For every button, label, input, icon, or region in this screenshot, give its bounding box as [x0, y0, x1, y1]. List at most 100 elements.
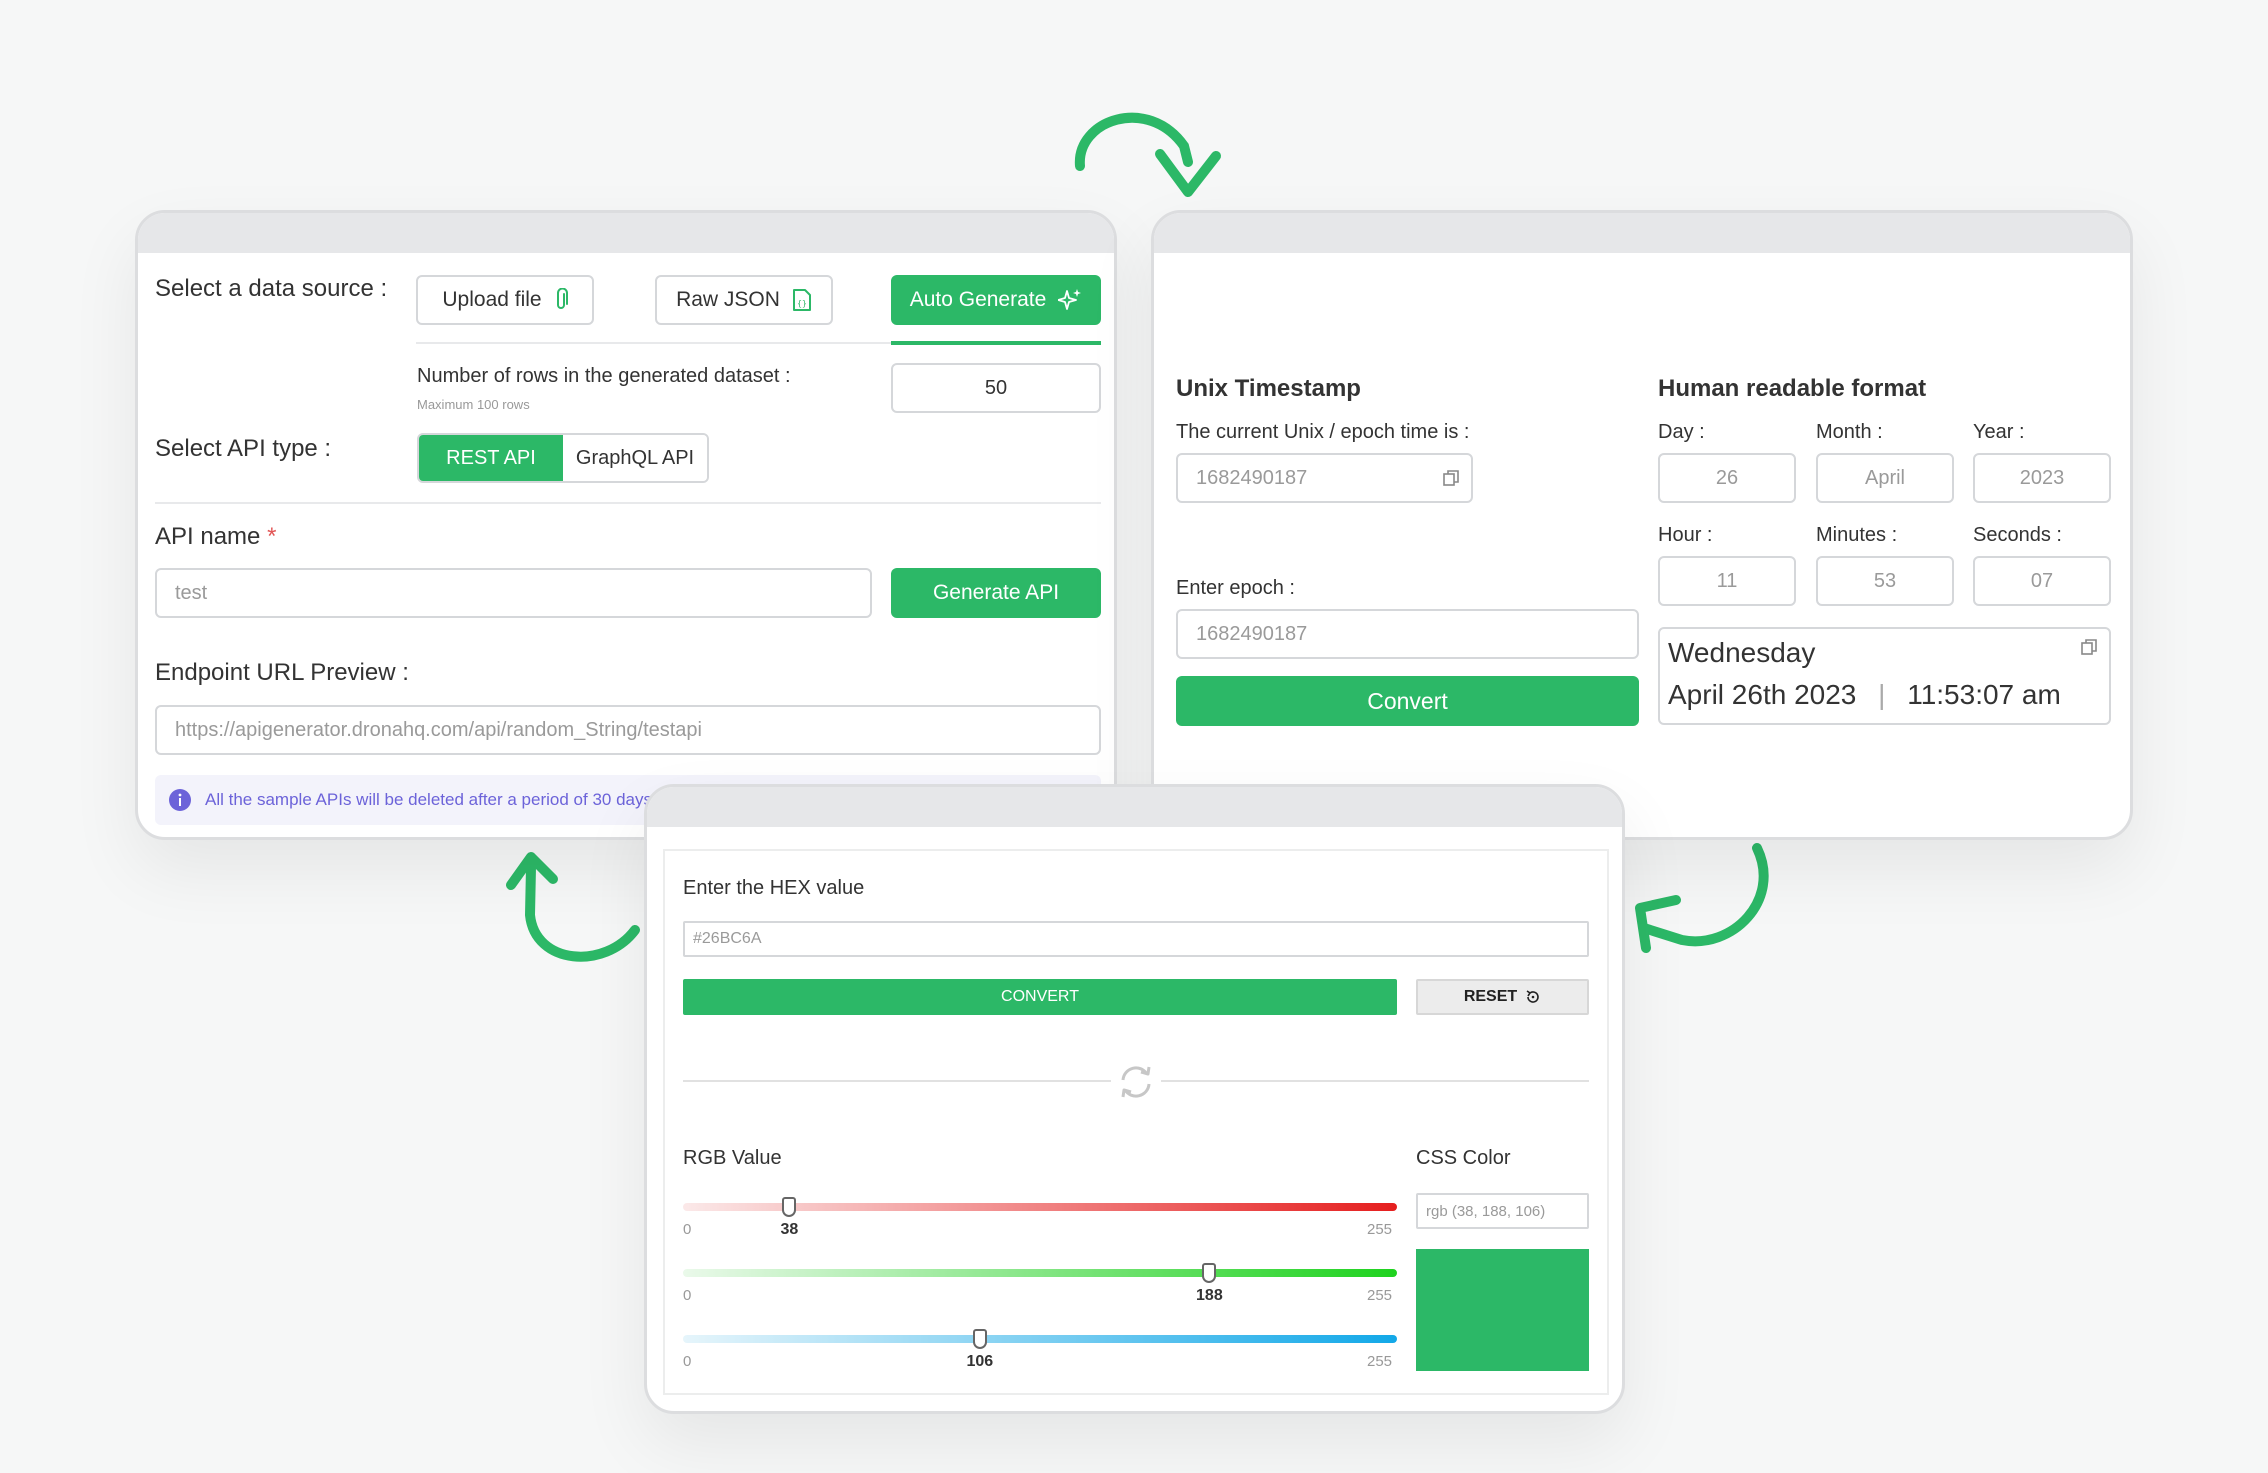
raw-json-label: Raw JSON — [676, 288, 780, 311]
minutes-label: Minutes : — [1816, 524, 1898, 546]
swap-divider-left — [683, 1080, 1111, 1082]
raw-json-button[interactable]: Raw JSON {} — [655, 275, 833, 325]
json-file-icon: {} — [792, 289, 811, 311]
graphql-api-label: GraphQL API — [575, 446, 695, 469]
endpoint-label: Endpoint URL Preview : — [155, 659, 409, 686]
rest-api-option[interactable]: REST API — [419, 435, 563, 481]
unix-timestamp-title: Unix Timestamp — [1176, 375, 1361, 402]
css-color-input[interactable]: rgb (38, 188, 106) — [1416, 1193, 1589, 1229]
green-max-label: 255 — [1367, 1287, 1393, 1304]
api-name-text: API name — [155, 523, 261, 550]
hex-input[interactable]: #26BC6A — [683, 921, 1589, 957]
current-epoch-input[interactable]: 1682490187 — [1176, 453, 1473, 503]
upload-file-button[interactable]: Upload file — [416, 275, 594, 325]
year-value: 2023 — [2019, 466, 2065, 489]
convert-hex-button[interactable]: CONVERT — [683, 979, 1397, 1015]
hour-label: Hour : — [1658, 524, 1713, 546]
green-slider-thumb[interactable] — [1202, 1263, 1217, 1283]
rgb-label: RGB Value — [683, 1147, 782, 1169]
cycle-arrow-right-icon — [1635, 843, 1769, 953]
red-slider-thumb[interactable] — [782, 1197, 797, 1217]
enter-epoch-input[interactable]: 1682490187 — [1176, 609, 1639, 659]
rows-value: 50 — [984, 376, 1008, 399]
minutes-value: 53 — [1873, 569, 1897, 592]
reset-label: RESET — [1463, 988, 1518, 1005]
day-label: Day : — [1658, 421, 1705, 443]
seconds-value: 07 — [2030, 569, 2054, 592]
css-color-label: CSS Color — [1416, 1147, 1511, 1169]
copy-result-icon[interactable] — [2081, 639, 2097, 655]
red-min-label: 0 — [683, 1221, 692, 1238]
blue-slider-thumb[interactable] — [972, 1329, 987, 1349]
blue-value-label: 106 — [966, 1353, 994, 1370]
convert-epoch-button[interactable]: Convert — [1176, 676, 1639, 726]
required-mark: * — [267, 523, 277, 550]
minutes-input[interactable]: 53 — [1816, 556, 1954, 606]
blue-slider-track[interactable] — [683, 1335, 1397, 1343]
refresh-icon — [1121, 1066, 1151, 1098]
api-name-label: API name * — [155, 523, 276, 551]
convert-epoch-label: Convert — [1367, 687, 1448, 714]
current-epoch-label: The current Unix / epoch time is : — [1176, 421, 1470, 443]
rows-hint: Maximum 100 rows — [417, 397, 530, 412]
result-time: 11:53:07 am — [1907, 679, 2061, 710]
hex-label: Enter the HEX value — [683, 877, 865, 899]
month-value: April — [1864, 466, 1905, 489]
blue-max-label: 255 — [1367, 1353, 1393, 1370]
endpoint-url-input[interactable]: https://apigenerator.dronahq.com/api/ran… — [155, 705, 1101, 755]
hex-converter-window: Enter the HEX value #26BC6A CONVERT RESE… — [644, 784, 1625, 1414]
current-epoch-value: 1682490187 — [1196, 466, 1308, 489]
copy-icon[interactable] — [1443, 470, 1459, 486]
info-text: All the sample APIs will be deleted afte… — [205, 790, 652, 809]
red-max-label: 255 — [1367, 1221, 1393, 1238]
result-datetime: April 26th 2023 | 11:53:07 am — [1668, 679, 2109, 711]
green-slider-track[interactable] — [683, 1269, 1397, 1277]
year-label: Year : — [1973, 421, 2025, 443]
result-date: April 26th 2023 — [1668, 679, 1857, 710]
window-titlebar — [138, 213, 1114, 253]
auto-generate-active-indicator — [891, 341, 1101, 345]
result-separator: | — [1878, 679, 1886, 710]
api-type-divider — [155, 502, 1101, 504]
sparkle-icon — [1058, 289, 1082, 310]
generate-api-label: Generate API — [932, 581, 1060, 604]
source-divider — [416, 342, 891, 344]
hour-value: 11 — [1716, 569, 1738, 592]
api-type-toggle: REST API GraphQL API — [417, 433, 709, 483]
result-weekday: Wednesday — [1668, 637, 1816, 668]
month-input[interactable]: April — [1816, 453, 1954, 503]
seconds-input[interactable]: 07 — [1973, 556, 2111, 606]
reset-icon — [1526, 990, 1539, 1003]
api-name-value: test — [175, 581, 208, 604]
green-min-label: 0 — [683, 1287, 692, 1304]
cycle-arrow-top-icon — [1074, 112, 1221, 197]
api-generator-window: Select a data source : Upload file Raw J… — [135, 210, 1117, 840]
paperclip-icon — [556, 288, 568, 309]
hour-input[interactable]: 11 — [1658, 556, 1796, 606]
reset-button[interactable]: RESET — [1416, 979, 1589, 1015]
auto-generate-button[interactable]: Auto Generate — [891, 275, 1101, 325]
css-color-value: rgb (38, 188, 106) — [1426, 1202, 1546, 1220]
timestamp-converter-window: Unix Timestamp The current Unix / epoch … — [1151, 210, 2133, 840]
enter-epoch-value: 1682490187 — [1196, 622, 1308, 645]
color-swatch — [1416, 1249, 1589, 1371]
seconds-label: Seconds : — [1973, 524, 2062, 546]
green-value-label: 188 — [1196, 1287, 1223, 1304]
generate-api-button[interactable]: Generate API — [891, 568, 1101, 618]
endpoint-url-value: https://apigenerator.dronahq.com/api/ran… — [175, 718, 702, 741]
info-icon — [169, 789, 191, 811]
stage: Select a data source : Upload file Raw J… — [0, 0, 2268, 1473]
day-input[interactable]: 26 — [1658, 453, 1796, 503]
swap-divider-right — [1161, 1080, 1589, 1082]
blue-min-label: 0 — [683, 1353, 692, 1370]
window-titlebar — [1154, 213, 2130, 253]
rows-input[interactable]: 50 — [891, 363, 1101, 413]
convert-hex-label: CONVERT — [1001, 988, 1079, 1005]
auto-generate-label: Auto Generate — [909, 288, 1047, 311]
cycle-arrow-left-icon — [506, 852, 640, 962]
year-input[interactable]: 2023 — [1973, 453, 2111, 503]
month-label: Month : — [1816, 421, 1883, 443]
red-value-label: 38 — [780, 1221, 799, 1238]
graphql-api-option[interactable]: GraphQL API — [563, 435, 707, 481]
api-name-input[interactable]: test — [155, 568, 872, 618]
